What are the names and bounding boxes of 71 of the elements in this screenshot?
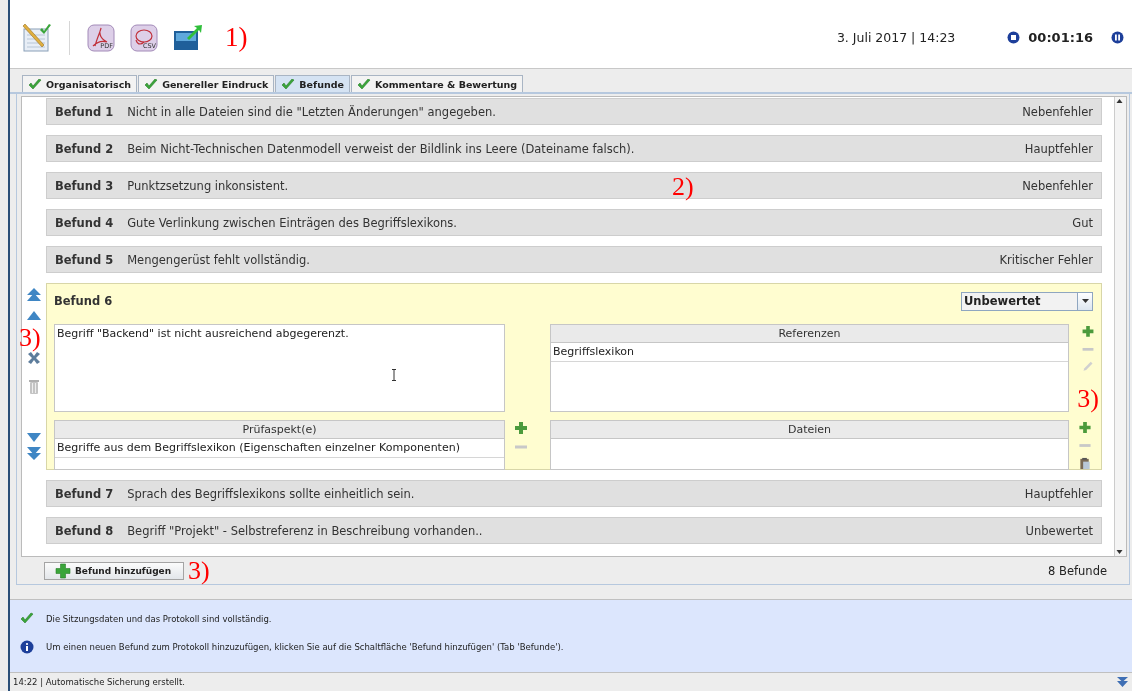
finding-rating: Nebenfehler [1022,178,1093,193]
finding-text: Punktzsetzung inkonsistent. [127,178,289,193]
stop-icon[interactable] [1007,30,1021,44]
double-up-arrow-icon[interactable] [26,287,42,303]
finding-rating: Nebenfehler [1022,104,1093,119]
finding-row[interactable]: Befund 8 Begriff "Projekt" - Selbstreferenz in Beschreibung vorhanden.. Unbewertet [46,517,1102,544]
annotation-label: 2) [672,174,694,200]
add-finding-button[interactable]: Befund hinzufügen [44,561,185,580]
annotation-label: 3) [1077,386,1099,412]
finding-rating: Hauptfehler [1024,486,1093,501]
finding-text: Beim Nicht-Technischen Datenmodell verweist der Bildlink ins Leere (Dateiname falsch). [127,141,635,156]
tab[interactable]: Befunde [275,75,350,92]
plus-icon[interactable] [1081,325,1095,338]
finding-text: Sprach des Begriffslexikons sollte einheitlich sein. [127,486,415,501]
column-header[interactable]: Dateien [551,421,1068,439]
finding-number: Befund 6 [54,294,113,308]
finding-row[interactable]: Befund 7 Sprach des Begriffslexikons sollte einheitlich sein. Hauptfehler [46,480,1102,507]
annotation-label: 3) [19,325,41,351]
finding-row[interactable]: Befund 1 Nicht in alle Dateien sind die "Letzten Änderungen" angegeben. Nebenfehler [46,98,1102,125]
rating-dropdown[interactable]: Unbewertet [961,291,1093,311]
finding-rating: Kritischer Fehler [999,252,1093,267]
clipboard-icon[interactable] [1078,457,1092,470]
caret-icon [1081,299,1089,303]
annotation-label: 1) [225,20,248,53]
finding-number: Befund 5 [55,252,114,267]
finding-number: Befund 7 [55,486,114,501]
cross-icon[interactable] [26,351,42,365]
plus-icon[interactable] [1078,421,1092,434]
finding-text: Mengengerüst fehlt vollständig. [127,252,310,267]
finding-row[interactable]: Befund 5 Mengengerüst fehlt vollständig. Kritischer Fehler [46,246,1102,273]
tab[interactable]: Organisatorisch [22,75,138,92]
description-field[interactable]: Begriff "Backend" ist nicht ausreichend abgegerenzt. [54,324,505,412]
column-header[interactable]: Prüfaspekt(e) [55,421,504,439]
finding-text: Gute Verlinkung zwischen Einträgen des Begriffslexikons. [127,215,457,230]
notepad-icon[interactable] [20,22,52,53]
up-arrow-icon[interactable] [1115,97,1124,106]
finding-count: 8 Befunde [1048,563,1107,578]
finding-number: Befund 3 [55,178,114,193]
finding-number: Befund 4 [55,215,114,230]
text-cursor-icon [391,369,397,381]
plus-icon[interactable] [514,421,528,435]
finding-number: Befund 8 [55,523,114,538]
plus-icon [55,562,71,579]
finding-rating: Unbewertet [1025,523,1093,538]
table-cell[interactable]: Begriffslexikon [551,343,1068,362]
finding-number: Befund 1 [55,104,114,119]
down-arrow-icon[interactable] [1115,547,1124,556]
finding-rating: Hauptfehler [1024,141,1093,156]
finding-row[interactable]: Befund 2 Beim Nicht-Technischen Datenmodell verweist der Bildlink ins Leere (Dateiname falsch). Hauptfehler [46,135,1102,162]
finding-number: Befund 2 [55,141,114,156]
scrollbar[interactable] [1114,97,1126,556]
check-icon [20,612,34,626]
finding-text: Nicht in alle Dateien sind die "Letzten Änderungen" angegeben. [127,104,496,119]
message-text: Um einen neuen Befund zum Protokoll hinzuzufügen, klicken Sie auf die Schaltfläche 'Befund hinzufügen' (Tab 'Befunde'). [46,642,564,652]
tab[interactable]: Genereller Eindruck [138,75,275,92]
double-down-arrow-icon[interactable] [26,445,42,461]
tab[interactable]: Kommentare & Bewertung [350,75,524,92]
annotation-label: 3) [188,557,210,584]
export-icon[interactable] [173,23,203,52]
finding-text: Begriff "Projekt" - Selbstreferenz in Beschreibung vorhanden.. [127,523,483,538]
table-cell[interactable]: Begriffe aus dem Begriffslexikon (Eigenschaften einzelner Komponenten) [55,439,504,458]
message-text: Die Sitzungsdaten und das Protokoll sind vollständig. [46,614,272,624]
timer: 00:01:16 [1028,29,1093,45]
pause-icon[interactable] [1111,30,1124,44]
status-text: 14:22 | Automatische Sicherung erstellt. [13,677,185,687]
info-icon [20,640,34,654]
column-header[interactable]: Referenzen [551,325,1068,343]
finding-rating: Gut [1072,215,1093,230]
collapse-icon[interactable] [1117,677,1128,687]
date-time: 3. Juli 2017 | 14:23 [836,28,956,45]
finding-row[interactable]: Befund 4 Gute Verlinkung zwischen Einträgen des Begriffslexikons. Gut [46,209,1102,236]
